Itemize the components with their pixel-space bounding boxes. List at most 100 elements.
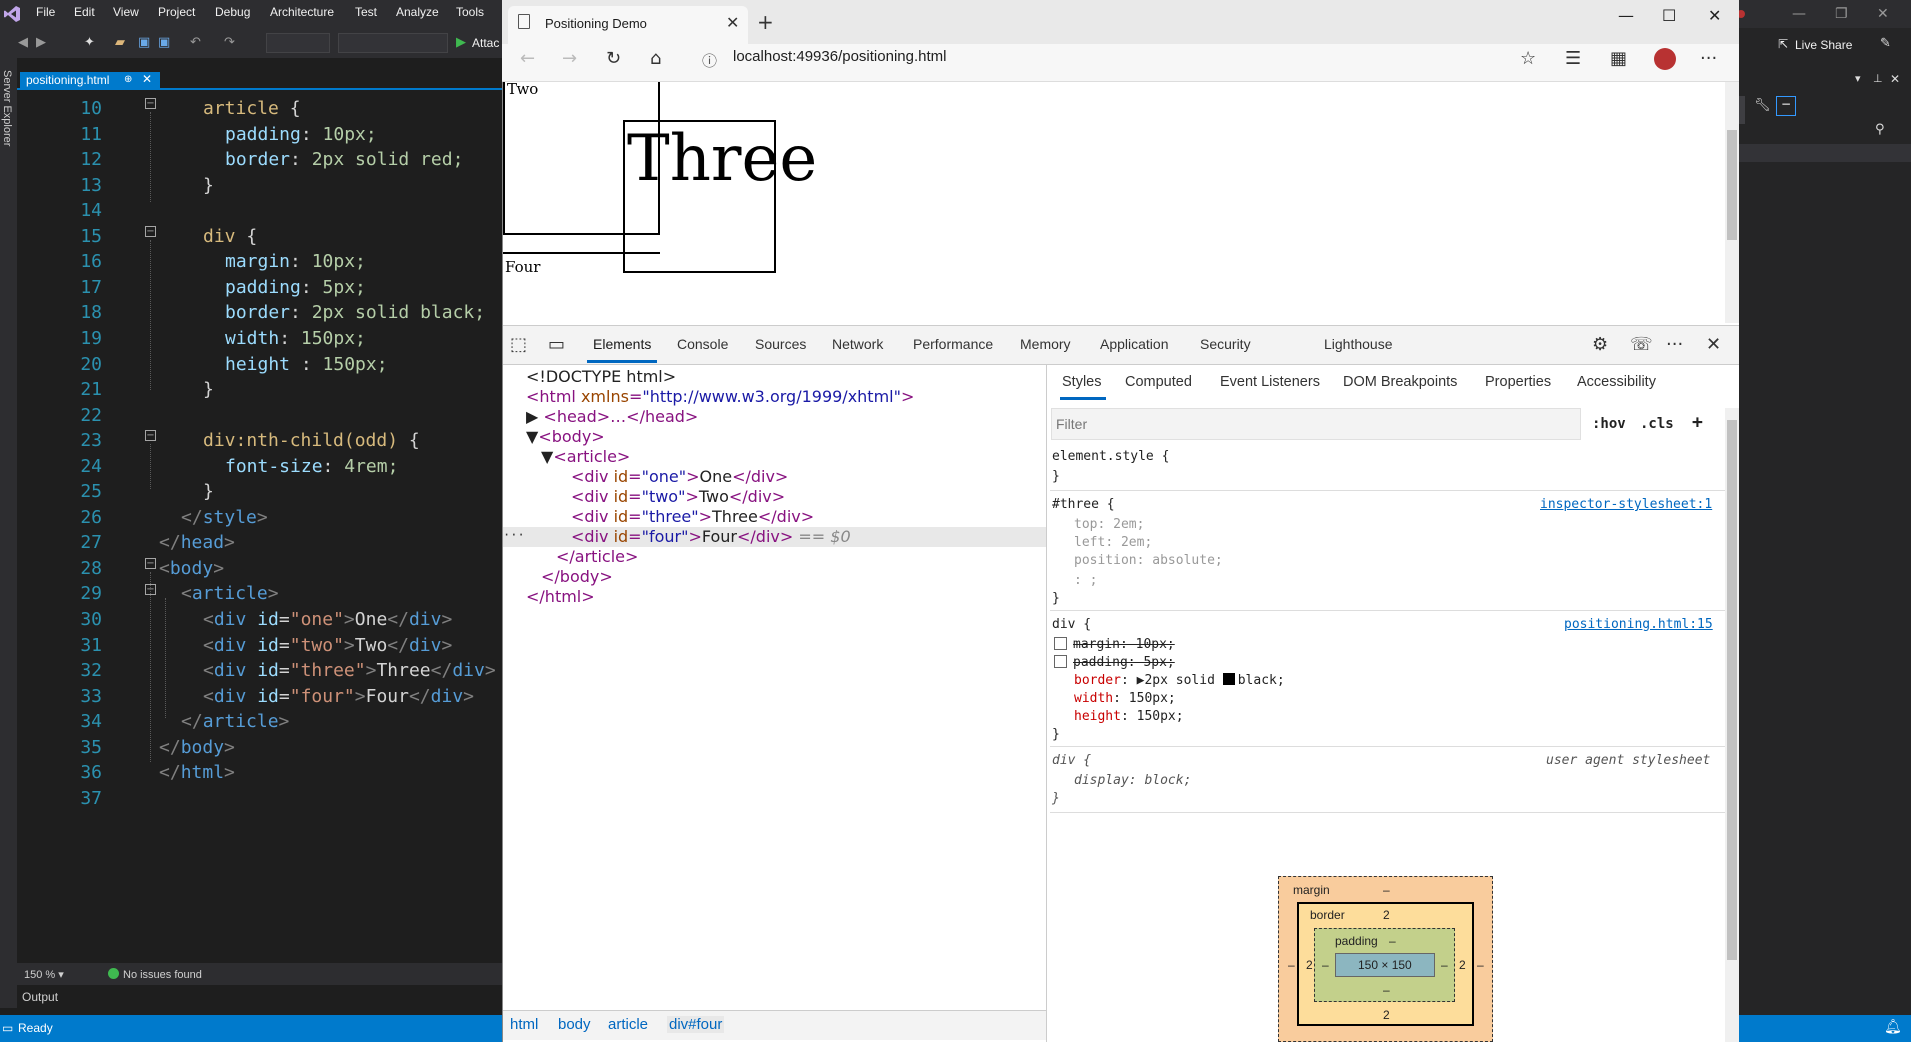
address-bar[interactable]: localhost:49936/positioning.html bbox=[733, 48, 946, 65]
three-selector[interactable]: #three { bbox=[1052, 496, 1115, 514]
code-line[interactable]: 29 <article> bbox=[48, 581, 278, 606]
page-viewport[interactable]: Two Four Three bbox=[503, 82, 1725, 323]
menu-tools[interactable]: Tools bbox=[456, 5, 484, 19]
redo-icon[interactable]: ↷ bbox=[224, 35, 235, 50]
back-icon[interactable]: ◀ bbox=[18, 35, 28, 50]
menu-project[interactable]: Project bbox=[158, 5, 195, 19]
configuration-combo[interactable] bbox=[266, 33, 330, 53]
code-line[interactable]: 35 </body> bbox=[48, 735, 235, 760]
maximize-icon[interactable]: ☐ bbox=[1662, 6, 1676, 25]
tab-console[interactable]: Console bbox=[677, 336, 728, 352]
code-line[interactable]: 31 <div id="two">Two</div> bbox=[48, 633, 452, 658]
dom-body-close[interactable]: </body> bbox=[541, 567, 613, 587]
code-line[interactable]: 17 padding: 5px; bbox=[48, 275, 366, 300]
code-line[interactable]: 26 </style> bbox=[48, 505, 267, 530]
breadcrumb-html[interactable]: html bbox=[510, 1016, 538, 1033]
forward-icon[interactable]: ▶ bbox=[36, 35, 46, 50]
class-button[interactable]: .cls bbox=[1640, 416, 1674, 432]
dom-div-two[interactable]: <div id="two">Two</div> bbox=[571, 487, 785, 507]
border-left-value[interactable]: 2 bbox=[1306, 958, 1313, 972]
tab-memory[interactable]: Memory bbox=[1020, 336, 1071, 352]
tab-elements[interactable]: Elements bbox=[593, 336, 651, 352]
close-icon[interactable]: ✕ bbox=[142, 72, 152, 86]
issues-indicator[interactable]: No issues found bbox=[108, 968, 202, 981]
styles-filter-input[interactable] bbox=[1051, 408, 1581, 440]
div-padding[interactable]: padding: 5px; bbox=[1054, 654, 1175, 672]
open-folder-icon[interactable]: ▰ bbox=[115, 35, 125, 50]
code-line[interactable]: 10 article { bbox=[48, 96, 300, 121]
feedback-icon[interactable]: ☏ bbox=[1630, 334, 1653, 355]
content-size[interactable]: 150 × 150 bbox=[1358, 958, 1412, 972]
restore-icon[interactable]: ❐ bbox=[1835, 6, 1848, 22]
menu-architecture[interactable]: Architecture bbox=[270, 5, 334, 19]
more-options-icon[interactable]: ··· bbox=[1666, 334, 1683, 355]
three-source-link[interactable]: inspector-stylesheet:1 bbox=[1540, 496, 1712, 514]
tab-dom-breakpoints[interactable]: DOM Breakpoints bbox=[1343, 374, 1457, 390]
attach-button[interactable]: Attac bbox=[472, 36, 499, 50]
node-actions-icon[interactable]: ··· bbox=[503, 528, 525, 542]
margin-left-value[interactable]: – bbox=[1288, 958, 1295, 972]
menu-debug[interactable]: Debug bbox=[215, 5, 250, 19]
menu-test[interactable]: Test bbox=[355, 5, 377, 19]
code-line[interactable]: 21} bbox=[48, 377, 214, 402]
fold-toggle-icon[interactable]: − bbox=[145, 430, 156, 441]
notification-bell-icon[interactable]: 🔔︎ bbox=[1884, 1019, 1902, 1035]
code-line[interactable]: 23 div:nth-child(odd) { bbox=[48, 428, 419, 453]
tab-network[interactable]: Network bbox=[832, 336, 883, 352]
feedback-icon[interactable]: ✎ bbox=[1880, 36, 1891, 51]
favorite-star-icon[interactable]: ☆ bbox=[1520, 48, 1536, 69]
padding-right-value[interactable]: – bbox=[1441, 958, 1448, 972]
code-line[interactable]: 11 padding: 10px; bbox=[48, 122, 376, 147]
tab-sources[interactable]: Sources bbox=[755, 336, 806, 352]
close-icon[interactable]: ✕ bbox=[1877, 6, 1889, 22]
code-line[interactable]: 18 border: 2px solid black; bbox=[48, 300, 485, 325]
tab-styles[interactable]: Styles bbox=[1062, 374, 1102, 390]
zoom-level[interactable]: 150 % ▾ bbox=[24, 968, 64, 981]
padding-bottom-value[interactable]: – bbox=[1383, 983, 1390, 997]
breadcrumb-article[interactable]: article bbox=[608, 1016, 648, 1033]
server-explorer-tab[interactable]: Server Explorer bbox=[1, 70, 13, 146]
property-checkbox[interactable] bbox=[1054, 637, 1067, 650]
collapse-icon[interactable]: − bbox=[1776, 96, 1796, 116]
tab-application[interactable]: Application bbox=[1100, 336, 1169, 352]
margin-right-value[interactable]: – bbox=[1477, 958, 1484, 972]
code-line[interactable]: 32 <div id="three">Three</div> bbox=[48, 658, 495, 683]
border-right-value[interactable]: 2 bbox=[1459, 958, 1466, 972]
new-rule-button[interactable]: + bbox=[1692, 412, 1703, 433]
three-new-property[interactable]: : ; bbox=[1074, 572, 1097, 590]
info-icon[interactable]: ⓘ bbox=[702, 50, 717, 71]
minimize-icon[interactable]: — bbox=[1618, 6, 1634, 25]
more-icon[interactable]: ··· bbox=[1700, 48, 1717, 69]
breadcrumb-div-four[interactable]: div#four bbox=[667, 1016, 725, 1033]
div-border[interactable]: border: ▶2px solid black; bbox=[1074, 672, 1285, 690]
code-line[interactable]: 12 border: 2px solid red; bbox=[48, 147, 463, 172]
home-icon[interactable]: ⌂ bbox=[650, 48, 661, 69]
live-share-button[interactable]: Live Share bbox=[1795, 38, 1852, 52]
breadcrumb-body[interactable]: body bbox=[558, 1016, 591, 1033]
refresh-icon[interactable]: ↻ bbox=[606, 48, 621, 69]
tab-lighthouse[interactable]: Lighthouse bbox=[1324, 336, 1393, 352]
tab-computed[interactable]: Computed bbox=[1125, 374, 1192, 390]
code-line[interactable]: 14 bbox=[48, 198, 102, 223]
div-selector[interactable]: div { bbox=[1052, 616, 1091, 634]
fold-toggle-icon[interactable]: − bbox=[145, 98, 156, 109]
dom-article[interactable]: ▼<article> bbox=[541, 447, 630, 467]
save-icon[interactable]: ▣ bbox=[138, 35, 150, 50]
code-line[interactable]: 36 </html> bbox=[48, 760, 235, 785]
close-devtools-icon[interactable]: ✕ bbox=[1706, 334, 1721, 355]
code-line[interactable]: 33 <div id="four">Four</div> bbox=[48, 684, 474, 709]
dom-article-close[interactable]: </article> bbox=[556, 547, 638, 567]
ua-selector[interactable]: div { bbox=[1052, 752, 1091, 770]
hover-state-button[interactable]: :hov bbox=[1592, 416, 1626, 432]
three-position[interactable]: position: absolute; bbox=[1074, 552, 1223, 570]
minimize-icon[interactable]: — bbox=[1792, 6, 1806, 22]
code-line[interactable]: 19 width: 150px; bbox=[48, 326, 366, 351]
margin-top-value[interactable]: – bbox=[1383, 883, 1390, 897]
new-tab-icon[interactable]: + bbox=[757, 10, 774, 34]
fold-toggle-icon[interactable]: − bbox=[145, 558, 156, 569]
ua-display[interactable]: display: block; bbox=[1074, 772, 1191, 790]
dom-html-close[interactable]: </html> bbox=[526, 587, 595, 607]
profile-avatar[interactable] bbox=[1654, 48, 1676, 70]
element-style-selector[interactable]: element.style { bbox=[1052, 448, 1169, 466]
save-all-icon[interactable]: ▣ bbox=[158, 35, 170, 50]
